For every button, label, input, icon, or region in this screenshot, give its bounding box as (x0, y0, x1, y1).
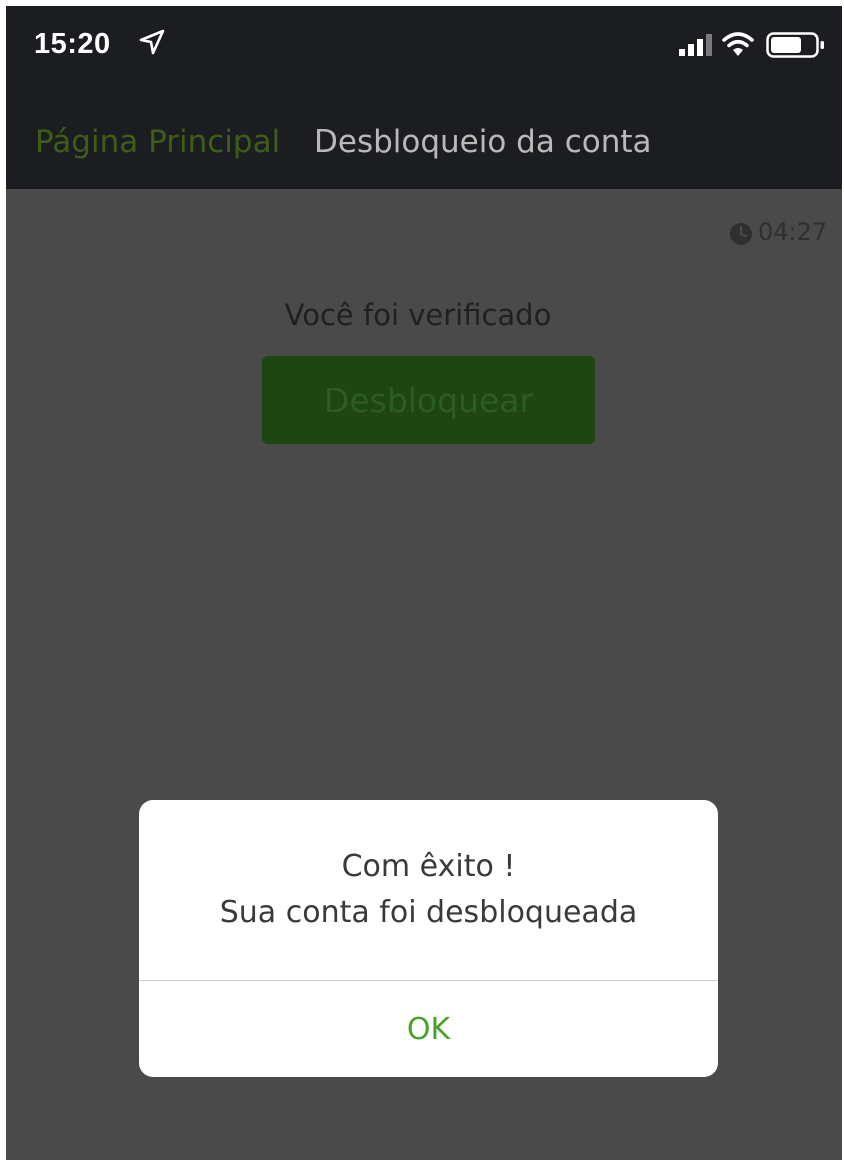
unlock-button-label: Desbloquear (323, 380, 534, 420)
battery-icon (766, 32, 824, 58)
signal-icon (679, 34, 712, 56)
app-screen: 15:20 Página Principal Desbloqueio da co… (6, 6, 842, 1160)
success-dialog: Com êxito ! Sua conta foi desbloqueada O… (139, 800, 718, 1077)
dialog-message: Com êxito ! Sua conta foi desbloqueada (139, 844, 718, 936)
status-time: 15:20 (34, 28, 111, 60)
status-bar: 15:20 (6, 6, 842, 91)
unlock-button[interactable]: Desbloquear (262, 356, 595, 444)
location-arrow-icon (139, 29, 165, 55)
dialog-title: Com êxito ! (341, 849, 516, 884)
clock-icon (730, 223, 752, 245)
wifi-icon (722, 32, 754, 56)
ok-button[interactable]: OK (139, 981, 718, 1077)
page-title: Desbloqueio da conta (314, 124, 652, 160)
ok-button-label: OK (406, 1011, 451, 1047)
dialog-body: Sua conta foi desbloqueada (219, 895, 638, 930)
home-link[interactable]: Página Principal (35, 124, 280, 160)
countdown-timer: 04:27 (758, 218, 828, 246)
verified-message: Você foi verificado (284, 298, 552, 332)
